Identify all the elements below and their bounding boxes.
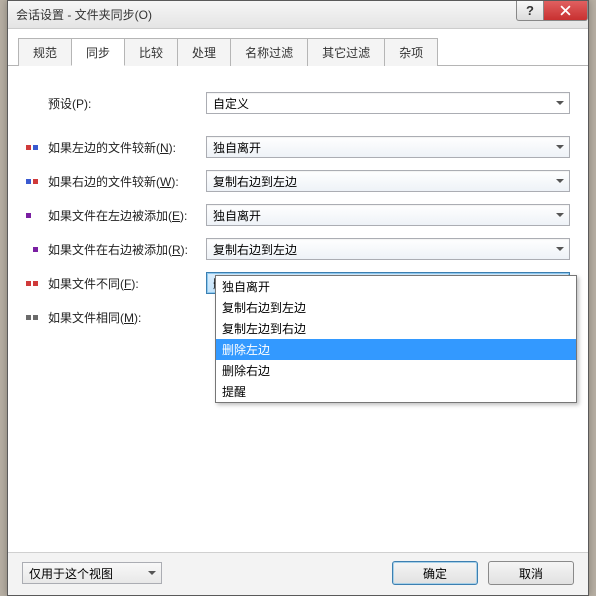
preset-select[interactable]: 自定义 (206, 92, 570, 114)
row-select-left-added[interactable]: 独自离开 (206, 204, 570, 226)
box-icon (33, 315, 38, 320)
dropdown-option-selected[interactable]: 删除左边 (216, 339, 576, 360)
select-value: 复制右边到左边 (213, 173, 297, 190)
row-left-added: 如果文件在左边被添加(E): 独自离开 (26, 198, 570, 232)
dropdown-option[interactable]: 提醒 (216, 381, 576, 402)
preset-label: 预设(P): (48, 95, 206, 112)
box-icon (33, 281, 38, 286)
box-icon (33, 213, 38, 218)
row-select-left-newer[interactable]: 独自离开 (206, 136, 570, 158)
row-right-added: 如果文件在右边被添加(R): 复制右边到左边 (26, 232, 570, 266)
ok-button[interactable]: 确定 (392, 561, 478, 585)
select-value: 独自离开 (213, 207, 261, 224)
dropdown-list: 独自离开 复制右边到左边 复制左边到右边 删除左边 删除右边 提醒 (215, 275, 577, 403)
indicator (26, 213, 48, 218)
box-icon (33, 247, 38, 252)
chevron-down-icon (556, 145, 564, 149)
view-scope-value: 仅用于这个视图 (29, 565, 113, 582)
tab-chuli[interactable]: 处理 (177, 38, 231, 66)
tab-bijiao[interactable]: 比较 (124, 38, 178, 66)
dropdown-option[interactable]: 删除右边 (216, 360, 576, 381)
indicator (26, 315, 48, 320)
indicator (26, 281, 48, 286)
preset-row: 预设(P): 自定义 (26, 86, 570, 120)
window-title: 会话设置 - 文件夹同步(O) (16, 6, 516, 23)
row-left-newer: 如果左边的文件较新(N): 独自离开 (26, 130, 570, 164)
chevron-down-icon (148, 571, 156, 575)
row-label: 如果文件相同(M): (48, 309, 206, 326)
titlebar: 会话设置 - 文件夹同步(O) ? (8, 1, 588, 29)
box-icon (26, 179, 31, 184)
box-icon (33, 179, 38, 184)
select-value: 独自离开 (213, 139, 261, 156)
box-icon (26, 281, 31, 286)
chevron-down-icon (556, 247, 564, 251)
tab-tongbu[interactable]: 同步 (71, 38, 125, 66)
row-label: 如果文件在左边被添加(E): (48, 207, 206, 224)
box-icon (33, 145, 38, 150)
row-label: 如果文件在右边被添加(R): (48, 241, 206, 258)
preset-value: 自定义 (213, 95, 249, 112)
row-label: 如果左边的文件较新(N): (48, 139, 206, 156)
tab-zaxiang[interactable]: 杂项 (384, 38, 438, 66)
select-value: 复制右边到左边 (213, 241, 297, 258)
row-label: 如果文件不同(F): (48, 275, 206, 292)
cancel-button[interactable]: 取消 (488, 561, 574, 585)
box-icon (26, 315, 31, 320)
chevron-down-icon (556, 179, 564, 183)
dropdown-option[interactable]: 复制左边到右边 (216, 318, 576, 339)
tab-mingchengguolv[interactable]: 名称过滤 (230, 38, 308, 66)
close-icon (560, 5, 571, 16)
tab-bar: 规范 同步 比较 处理 名称过滤 其它过滤 杂项 (8, 29, 588, 66)
row-right-newer: 如果右边的文件较新(W): 复制右边到左边 (26, 164, 570, 198)
tab-qitaguolv[interactable]: 其它过滤 (307, 38, 385, 66)
dropdown-option[interactable]: 独自离开 (216, 276, 576, 297)
box-icon (26, 145, 31, 150)
window-buttons: ? (516, 1, 588, 28)
box-icon (26, 247, 31, 252)
indicator (26, 179, 48, 184)
dropdown-option[interactable]: 复制右边到左边 (216, 297, 576, 318)
dialog-footer: 仅用于这个视图 确定 取消 (8, 552, 588, 595)
row-label: 如果右边的文件较新(W): (48, 173, 206, 190)
row-select-right-added[interactable]: 复制右边到左边 (206, 238, 570, 260)
row-select-right-newer[interactable]: 复制右边到左边 (206, 170, 570, 192)
dialog-window: 会话设置 - 文件夹同步(O) ? 规范 同步 比较 处理 名称过滤 其它过滤 … (7, 0, 589, 596)
view-scope-select[interactable]: 仅用于这个视图 (22, 562, 162, 584)
box-icon (26, 213, 31, 218)
indicator (26, 247, 48, 252)
close-button[interactable] (544, 1, 588, 21)
help-button[interactable]: ? (516, 1, 544, 21)
chevron-down-icon (556, 101, 564, 105)
chevron-down-icon (556, 213, 564, 217)
tab-guifan[interactable]: 规范 (18, 38, 72, 66)
help-icon: ? (526, 3, 534, 18)
indicator (26, 145, 48, 150)
